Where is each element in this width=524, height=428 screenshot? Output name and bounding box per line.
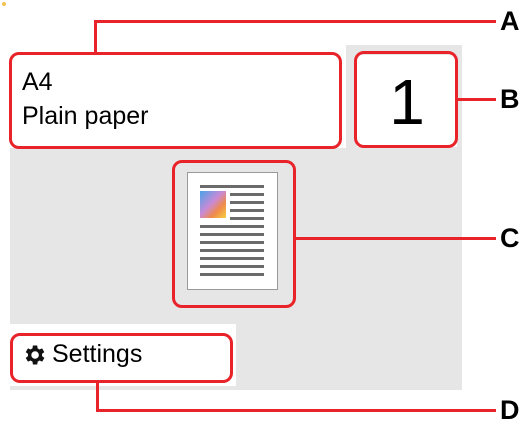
callout-box-a xyxy=(9,52,342,149)
leader-line-a-horizontal xyxy=(94,20,496,23)
decorative-dot xyxy=(2,2,6,6)
leader-line-c xyxy=(296,237,496,240)
leader-line-b xyxy=(458,98,496,101)
callout-label-d: D xyxy=(500,395,520,425)
callout-label-c: C xyxy=(500,223,520,253)
leader-line-d-horizontal xyxy=(96,409,496,412)
callout-box-b xyxy=(354,51,458,148)
leader-line-d-vertical xyxy=(96,383,99,412)
leader-line-a-vertical xyxy=(94,20,97,54)
callout-label-b: B xyxy=(500,84,520,114)
callout-box-d xyxy=(10,333,233,383)
callout-box-c xyxy=(172,160,296,308)
callout-label-a: A xyxy=(500,6,520,36)
